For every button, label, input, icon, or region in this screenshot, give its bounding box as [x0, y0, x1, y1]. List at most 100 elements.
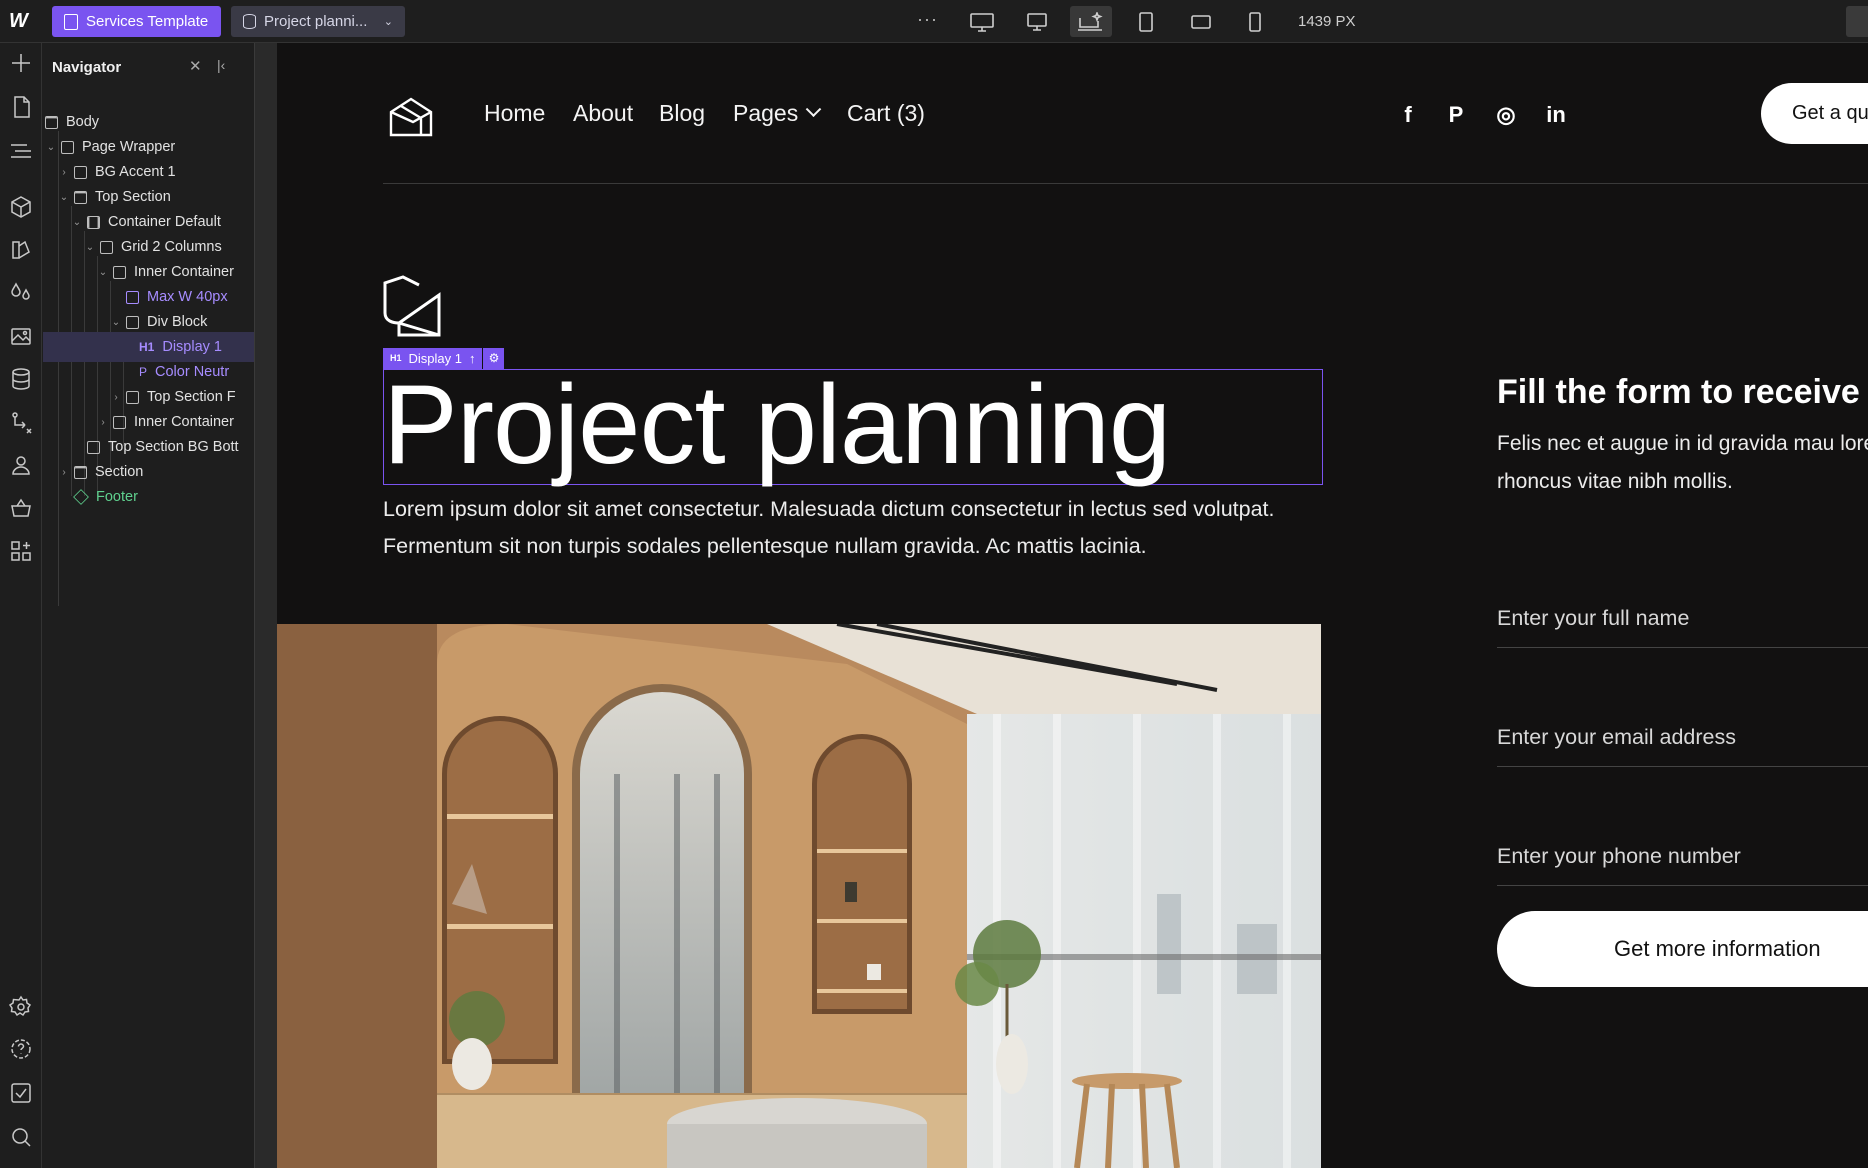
mobile-portrait-icon — [1249, 11, 1261, 32]
breakpoint-tablet-button[interactable] — [1125, 6, 1167, 37]
breakpoint-mobile-landscape-button[interactable] — [1180, 6, 1222, 37]
pinterest-icon[interactable]: P — [1441, 100, 1471, 130]
email-field[interactable]: Enter your email address — [1497, 707, 1868, 767]
page-icon — [64, 13, 78, 30]
top-bar: W Services Template Project planni... ⌄ … — [0, 0, 1868, 43]
add-elements-icon[interactable] — [9, 51, 33, 75]
tree-item-label: Top Section F — [147, 389, 236, 405]
chevron-down-icon — [805, 101, 822, 118]
search-icon[interactable] — [9, 1125, 33, 1149]
chevron-down-icon[interactable]: ⌄ — [58, 192, 70, 203]
tree-item-label: Color Neutr — [155, 364, 230, 380]
tree-item-label: Top Section — [95, 189, 171, 205]
linkedin-icon[interactable]: in — [1541, 100, 1571, 130]
top-bar-right-button[interactable] — [1846, 6, 1868, 37]
chevron-down-icon[interactable]: ⌄ — [71, 217, 83, 228]
hero-image[interactable] — [277, 624, 1321, 1168]
tree-item-label: Container Default — [108, 214, 221, 230]
webflow-logo-icon[interactable]: W — [9, 11, 35, 31]
breakpoint-desktop-button[interactable] — [1016, 6, 1058, 37]
dock-panel-icon[interactable]: |‹ — [217, 57, 225, 73]
audit-checklist-icon[interactable] — [9, 1081, 33, 1105]
cms-icon[interactable] — [9, 367, 33, 391]
design-canvas[interactable]: Home About Blog Pages Cart (3) f P ◎ in … — [277, 43, 1868, 1168]
body-icon — [45, 115, 58, 129]
ecommerce-icon[interactable] — [9, 496, 33, 520]
tree-item-label: Grid 2 Columns — [121, 239, 222, 255]
form-heading[interactable]: Fill the form to receive c — [1497, 373, 1868, 412]
instagram-icon[interactable]: ◎ — [1491, 100, 1521, 130]
heading-tag-icon: H1 — [139, 340, 155, 354]
nav-link-cart[interactable]: Cart (3) — [847, 100, 925, 127]
div-block-icon — [126, 315, 139, 329]
pages-icon[interactable] — [9, 95, 33, 119]
tree-item-label: Section — [95, 464, 144, 480]
more-options-button[interactable]: ··· — [917, 9, 938, 30]
canvas-width-readout[interactable]: 1439 PX — [1298, 13, 1356, 30]
breakpoint-large-desktop-button[interactable] — [961, 6, 1003, 37]
large-desktop-icon — [970, 12, 994, 32]
left-icon-rail — [0, 43, 42, 1168]
components-icon[interactable] — [9, 195, 33, 219]
logic-icon[interactable] — [9, 410, 33, 434]
settings-icon[interactable] — [8, 995, 33, 1019]
cms-item-selector-button[interactable]: Project planni... ⌄ — [231, 6, 405, 37]
tree-item-footer[interactable]: Footer — [43, 482, 254, 512]
chevron-right-icon[interactable]: › — [58, 467, 70, 478]
navigator-icon[interactable] — [9, 139, 33, 163]
nav-link-home[interactable]: Home — [484, 100, 545, 127]
section-icon — [74, 190, 87, 204]
help-icon[interactable] — [9, 1037, 33, 1061]
chevron-down-icon[interactable]: ⌄ — [110, 317, 122, 328]
breakpoint-mobile-portrait-button[interactable] — [1234, 6, 1276, 37]
users-icon[interactable] — [9, 453, 33, 477]
mobile-landscape-icon — [1191, 14, 1211, 29]
component-icon — [73, 489, 89, 505]
apps-icon[interactable] — [9, 539, 33, 563]
chevron-down-icon[interactable]: ⌄ — [84, 242, 96, 253]
chevron-right-icon[interactable]: › — [58, 167, 70, 178]
nav-link-pages-label: Pages — [733, 100, 799, 126]
panel-resize-handle[interactable] — [254, 43, 277, 1168]
chevron-right-icon[interactable]: › — [97, 417, 109, 428]
chevron-down-icon[interactable]: ⌄ — [97, 267, 109, 278]
div-block-icon — [113, 415, 126, 429]
nav-link-blog[interactable]: Blog — [659, 100, 705, 127]
collapse-all-icon[interactable]: ✕ — [189, 57, 202, 75]
div-block-icon — [126, 390, 139, 404]
get-more-information-button[interactable]: Get more information — [1497, 911, 1868, 987]
chevron-down-icon[interactable]: ⌄ — [45, 142, 57, 153]
breakpoint-base-button[interactable] — [1070, 6, 1112, 37]
navigator-panel: Navigator ✕ |‹ Body ⌄ Page Wrapper › BG … — [43, 43, 254, 1168]
facebook-icon[interactable]: f — [1393, 100, 1423, 130]
chevron-down-icon: ⌄ — [383, 16, 393, 28]
tree-item-label: Inner Container — [134, 414, 234, 430]
nav-link-pages[interactable]: Pages — [733, 100, 822, 127]
tree-item-label: Display 1 — [162, 339, 222, 355]
div-block-icon — [61, 140, 74, 154]
style-selectors-icon[interactable] — [9, 238, 33, 262]
tree-item-label: Max W 40px — [147, 289, 228, 305]
hero-heading[interactable]: Project planning — [383, 365, 1171, 485]
image-icon — [126, 290, 139, 304]
full-name-field[interactable]: Enter your full name — [1497, 588, 1868, 648]
nav-link-about[interactable]: About — [573, 100, 633, 127]
navigator-title: Navigator — [52, 59, 122, 76]
desktop-icon — [1027, 12, 1047, 31]
div-block-icon — [100, 240, 113, 254]
get-a-quote-button[interactable]: Get a qu — [1761, 83, 1868, 144]
chevron-right-icon[interactable]: › — [110, 392, 122, 403]
hero-paragraph[interactable]: Lorem ipsum dolor sit amet consectetur. … — [383, 491, 1343, 565]
phone-field[interactable]: Enter your phone number — [1497, 826, 1868, 886]
form-description[interactable]: Felis nec et augue in id gravida mau lor… — [1497, 425, 1868, 501]
container-icon — [87, 215, 100, 229]
tree-item-label: Div Block — [147, 314, 208, 330]
div-block-icon — [87, 440, 100, 454]
variables-icon[interactable] — [9, 281, 33, 305]
page-selector-button[interactable]: Services Template — [52, 6, 221, 37]
database-icon — [243, 14, 256, 29]
project-planning-icon — [383, 275, 441, 337]
site-logo-icon[interactable] — [388, 96, 434, 138]
assets-icon[interactable] — [9, 324, 33, 348]
tree-item-label: Footer — [96, 489, 138, 505]
